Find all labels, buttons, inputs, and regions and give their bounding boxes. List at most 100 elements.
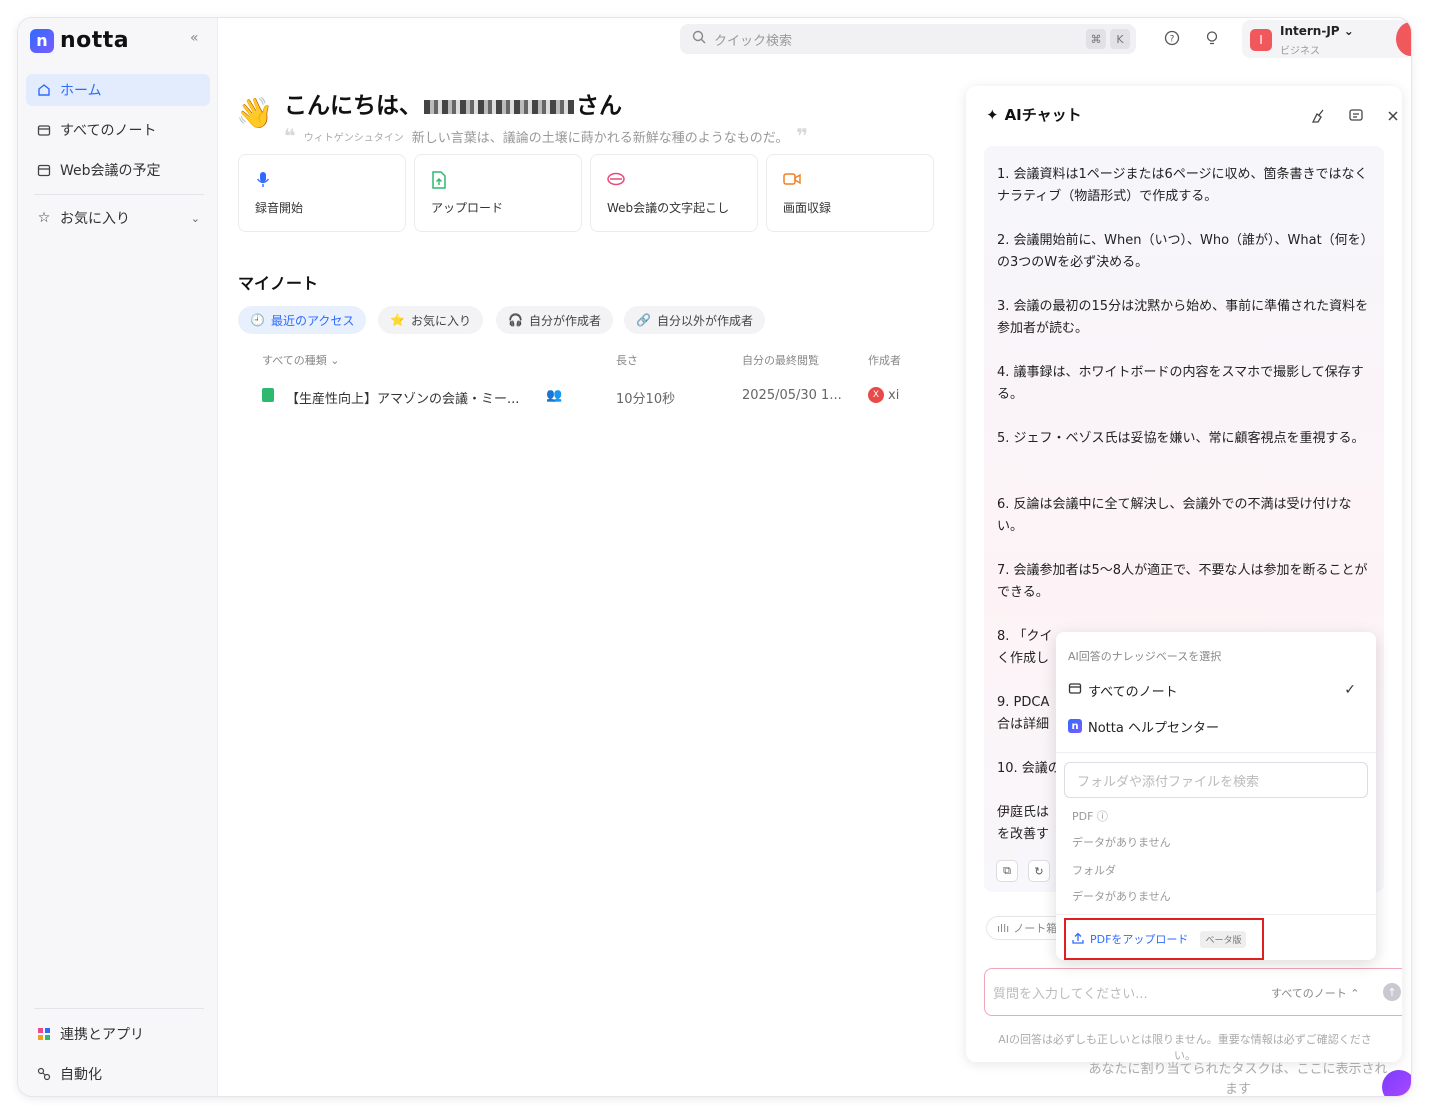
broom-icon[interactable]: [1310, 108, 1326, 124]
quote-close-icon: ❞: [796, 124, 809, 148]
collapse-sidebar-icon[interactable]: «: [190, 30, 199, 46]
sidebar-item-web-meetings[interactable]: Web会議の予定: [26, 154, 210, 186]
attachment-search-input[interactable]: フォルダや添付ファイルを検索: [1064, 762, 1368, 798]
checkmark-icon: ✓: [1344, 682, 1356, 698]
ask-placeholder: 質問を入力してください...: [993, 987, 1148, 1002]
cmd-key: ⌘: [1086, 29, 1106, 49]
star-icon: ⭐: [390, 313, 405, 327]
option-help-center[interactable]: n Notta ヘルプセンター: [1068, 714, 1364, 738]
home-icon: [36, 82, 52, 98]
redacted-name: [424, 99, 574, 114]
note-last-viewed: 2025/05/30 1...: [742, 388, 842, 403]
sidebar-item-label: お気に入り: [60, 211, 130, 227]
sidebar-item-label: ホーム: [60, 83, 102, 99]
upload-file-icon: [431, 171, 449, 189]
folder-icon: [36, 122, 52, 138]
column-creator: 作成者: [868, 354, 901, 367]
pdf-section-label: PDF ⓘ: [1072, 810, 1108, 823]
response-item: 7. 会議参加者は5〜8人が適正で、不要な人は参加を断ることができる。: [997, 563, 1368, 600]
popover-divider: [1056, 752, 1376, 753]
screen-record-card[interactable]: 画面収録: [766, 154, 934, 232]
quote-author: ウィトゲンシュタイン: [303, 132, 404, 144]
apps-icon: [36, 1026, 52, 1042]
lightbulb-icon[interactable]: [1204, 30, 1222, 48]
option-label: すべてのノート: [1088, 684, 1178, 700]
sidebar-item-automation[interactable]: 自動化: [26, 1058, 210, 1090]
history-icon[interactable]: [1348, 108, 1364, 124]
copy-icon[interactable]: ⧉: [996, 860, 1018, 882]
assistant-bubble[interactable]: [1382, 1070, 1411, 1096]
search-placeholder: クイック検索: [714, 33, 793, 49]
upload-card[interactable]: アップロード: [414, 154, 582, 232]
headphones-icon: 🎧: [508, 313, 523, 327]
sparkle-icon: ✦: [986, 105, 999, 124]
logo[interactable]: n notta: [30, 28, 129, 53]
filter-favorites[interactable]: ⭐ お気に入り: [378, 306, 483, 334]
section-title: マイノート: [238, 274, 319, 293]
column-type[interactable]: すべての種類 ⌄: [262, 352, 340, 368]
filter-label: 自分が作成者: [528, 313, 601, 328]
card-label: 録音開始: [255, 201, 304, 215]
user-plan: ビジネス: [1280, 46, 1320, 57]
sidebar-divider: [34, 1008, 204, 1009]
filter-shared[interactable]: 🔗 自分以外が作成者: [624, 306, 765, 334]
filter-recent[interactable]: 🕘 最近のアクセス: [238, 306, 367, 334]
option-label: Notta ヘルプセンター: [1088, 720, 1219, 736]
user-menu[interactable]: I Intern-JP ⌄ ビジネス: [1242, 20, 1411, 58]
search-icon: [692, 30, 706, 48]
quick-search[interactable]: クイック検索 ⌘ K: [680, 24, 1136, 54]
close-icon[interactable]: [1386, 108, 1402, 124]
sidebar-item-home[interactable]: ホーム: [26, 74, 210, 106]
card-label: アップロード: [431, 201, 504, 215]
user-name: Intern-JP ⌄: [1280, 24, 1354, 38]
knowledge-base-popover: AI回答のナレッジベースを選択 すべてのノート ✓ n Notta ヘルプセンタ…: [1056, 632, 1376, 960]
link-icon: 🔗: [636, 313, 651, 327]
filter-label: お気に入り: [410, 313, 471, 328]
popover-heading: AI回答のナレッジベースを選択: [1068, 650, 1222, 663]
regenerate-icon[interactable]: ↻: [1028, 860, 1050, 882]
daily-quote: ❝ ウィトゲンシュタイン 新しい言葉は、議論の土壌に蒔かれる新鮮な種のようなもの…: [284, 124, 808, 148]
response-item: 5. ジェフ・ベゾス氏は妥協を嫌い、常に顧客視点を重視する。: [997, 431, 1365, 446]
help-icon[interactable]: ?: [1164, 30, 1182, 48]
response-item: 2. 会議開始前に、When（いつ）、Who（誰が）、What（何を）の3つのW…: [997, 233, 1368, 270]
knowledge-scope-selector[interactable]: すべてのノート ⌃: [1271, 985, 1360, 1001]
chevron-down-icon[interactable]: ⌄: [191, 212, 200, 225]
greeting: こんにちは、 さん: [284, 93, 622, 119]
top-bar: クイック検索 ⌘ K ? I Intern-JP ⌄ ビジネス: [218, 18, 1411, 62]
calendar-icon: [36, 162, 52, 178]
table-row[interactable]: 【生産性向上】アマゾンの会議・ミー... 👥 10分10秒 2025/05/30…: [262, 382, 982, 412]
response-item: 1. 会議資料は1ページまたは6ページに収め、箇条書きではなくナラティブ（物語形…: [997, 167, 1368, 204]
notta-logo-icon: n: [1068, 719, 1082, 733]
option-all-notes[interactable]: すべてのノート ✓: [1068, 678, 1364, 702]
upload-icon: [1072, 932, 1084, 947]
sidebar-item-integrations[interactable]: 連携とアプリ: [26, 1018, 210, 1050]
ai-chat-title: ✦ AIチャット: [986, 105, 1082, 125]
note-title: 【生産性向上】アマゾンの会議・ミー...: [286, 392, 520, 407]
response-item: 3. 会議の最初の15分は沈黙から始め、事前に準備された資料を参加者が読む。: [997, 299, 1369, 336]
waving-hand-icon: 👋: [236, 96, 274, 131]
star-icon: ☆: [37, 210, 51, 226]
sidebar-item-all-notes[interactable]: すべてのノート: [26, 114, 210, 146]
folder-empty: データがありません: [1072, 890, 1171, 903]
web-meeting-card[interactable]: Web会議の文字起こし: [590, 154, 758, 232]
record-card[interactable]: 録音開始: [238, 154, 406, 232]
disclaimer: AIの回答は必ずしも正しいとは限りません。重要な情報は必ずご確認ください。: [998, 1033, 1372, 1062]
microphone-icon: [255, 171, 273, 189]
k-key: K: [1110, 29, 1130, 49]
sidebar-item-favorites[interactable]: ☆ お気に入り ⌄: [26, 202, 210, 234]
filter-label: 自分以外が作成者: [656, 313, 753, 328]
sidebar-item-label: Web会議の予定: [60, 163, 161, 179]
task-placeholder: あなたに割り当てられたタスクは、ここに表示されます: [1088, 1062, 1388, 1096]
card-label: Web会議の文字起こし: [607, 201, 730, 215]
response-item: 4. 議事録は、ホワイトボードの内容をスマホで撮影して保存する。: [997, 365, 1364, 402]
send-icon[interactable]: ↑: [1383, 983, 1401, 1001]
clock-icon: 🕘: [250, 313, 265, 327]
quote-text: 新しい言葉は、議論の土壌に蒔かれる新鮮な種のようなものだ。: [411, 130, 789, 146]
sidebar-item-label: すべてのノート: [60, 123, 157, 139]
waveform-icon: ıllı: [997, 921, 1010, 935]
upload-pdf-button[interactable]: PDFをアップロード ベータ版: [1064, 918, 1264, 960]
filter-owned[interactable]: 🎧 自分が作成者: [496, 306, 613, 334]
ask-input[interactable]: 質問を入力してください... すべてのノート ⌃ ↑: [984, 968, 1402, 1016]
pdf-empty: データがありません: [1072, 836, 1171, 849]
avatar: I: [1250, 29, 1272, 51]
